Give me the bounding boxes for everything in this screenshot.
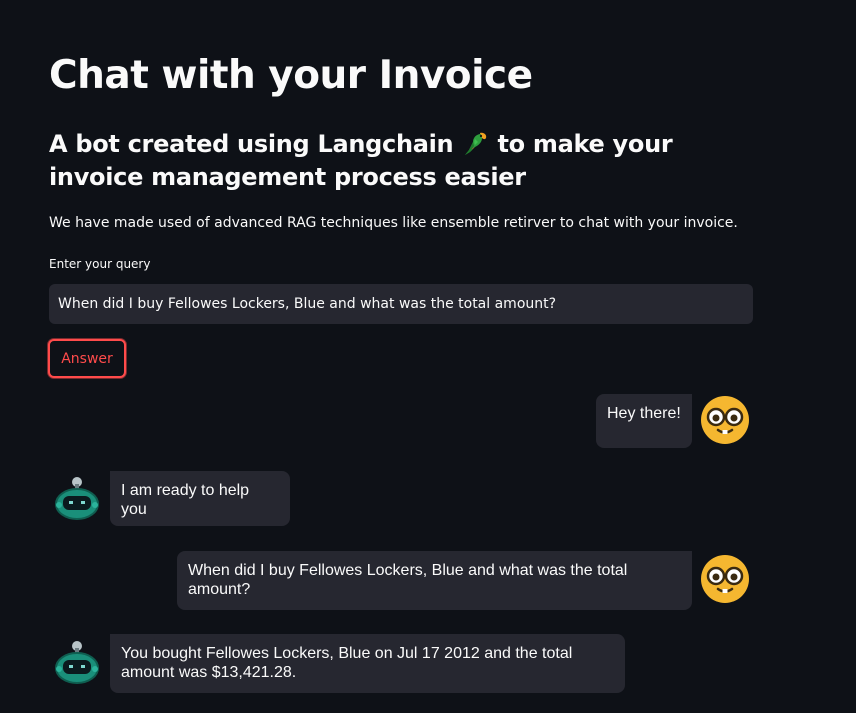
robot-icon [53, 472, 101, 520]
chat-message-user: Hey there! [596, 394, 692, 448]
robot-icon [53, 636, 101, 684]
chat-message-bot: I am ready to help you [110, 471, 290, 526]
parrot-icon [461, 130, 489, 156]
app-page: Chat with your Invoice A bot created usi… [0, 0, 856, 713]
nerd-face-icon [700, 554, 750, 604]
message-text: When did I buy Fellowes Lockers, Blue an… [188, 562, 628, 598]
query-label: Enter your query [49, 257, 151, 271]
description-text: We have made used of advanced RAG techni… [49, 215, 738, 231]
page-title: Chat with your Invoice [49, 53, 533, 98]
nerd-face-icon [700, 395, 750, 445]
subtitle-text-start: A bot created using Langchain [49, 130, 454, 158]
message-text: You bought Fellowes Lockers, Blue on Jul… [121, 645, 573, 681]
chat-message-user: When did I buy Fellowes Lockers, Blue an… [177, 551, 692, 610]
answer-button[interactable]: Answer [48, 339, 126, 378]
message-text: Hey there! [607, 405, 681, 422]
page-subtitle: A bot created using Langchain to make yo… [49, 128, 749, 194]
query-input[interactable] [49, 284, 753, 324]
chat-message-bot: You bought Fellowes Lockers, Blue on Jul… [110, 634, 625, 693]
message-text: I am ready to help you [121, 482, 250, 518]
